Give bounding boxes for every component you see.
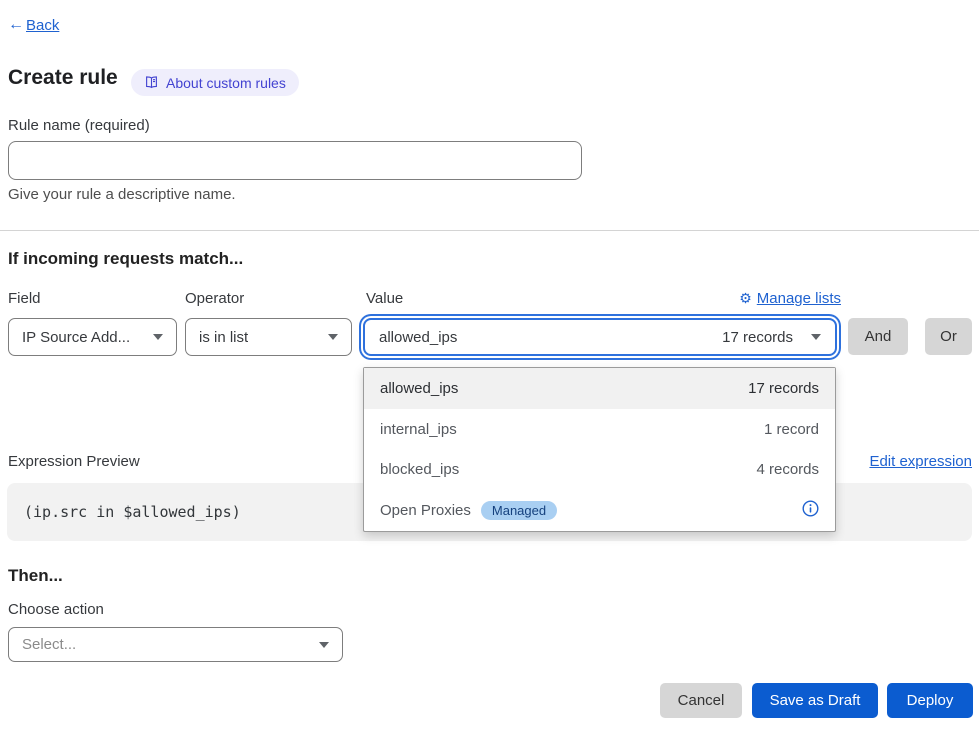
value-select[interactable]: allowed_ips 17 records — [363, 318, 837, 356]
section-divider — [0, 230, 979, 231]
record-count: 4 records — [756, 461, 819, 478]
back-label: Back — [26, 17, 59, 34]
record-count: 1 record — [764, 421, 819, 438]
rule-name-label: Rule name (required) — [8, 117, 150, 134]
list-name: Open Proxies — [380, 502, 471, 519]
book-icon — [144, 75, 159, 90]
choose-action-label: Choose action — [8, 601, 104, 618]
manage-lists-link[interactable]: ⚙ Manage lists — [739, 290, 841, 307]
or-button[interactable]: Or — [925, 318, 972, 355]
operator-select-value: is in list — [199, 329, 248, 346]
list-option-internal-ips[interactable]: internal_ips 1 record — [364, 409, 835, 450]
rule-name-input[interactable] — [8, 141, 582, 180]
value-select-count: 17 records — [722, 329, 793, 346]
edit-expression-link[interactable]: Edit expression — [869, 453, 972, 470]
expression-code: (ip.src in $allowed_ips) — [24, 503, 241, 521]
expression-preview-label: Expression Preview — [8, 453, 140, 470]
chevron-down-icon — [328, 334, 338, 340]
action-select-placeholder: Select... — [22, 636, 76, 653]
chevron-down-icon — [319, 642, 329, 648]
list-name: internal_ips — [380, 421, 457, 438]
rule-name-helper: Give your rule a descriptive name. — [8, 186, 236, 203]
field-select[interactable]: IP Source Add... — [8, 318, 177, 356]
manage-lists-label: Manage lists — [757, 290, 841, 307]
chevron-down-icon — [153, 334, 163, 340]
value-select-name: allowed_ips — [379, 329, 722, 346]
managed-badge: Managed — [481, 501, 557, 520]
deploy-button[interactable]: Deploy — [887, 683, 973, 718]
page-title: Create rule — [8, 66, 118, 90]
then-section-heading: Then... — [8, 566, 63, 586]
list-name: blocked_ips — [380, 461, 459, 478]
list-dropdown: allowed_ips 17 records internal_ips 1 re… — [363, 367, 836, 532]
action-select[interactable]: Select... — [8, 627, 343, 662]
list-option-allowed-ips[interactable]: allowed_ips 17 records — [364, 368, 835, 409]
match-section-heading: If incoming requests match... — [8, 249, 243, 269]
cancel-button[interactable]: Cancel — [660, 683, 742, 718]
list-option-blocked-ips[interactable]: blocked_ips 4 records — [364, 450, 835, 491]
list-name: allowed_ips — [380, 380, 458, 397]
info-icon[interactable] — [802, 500, 819, 521]
create-rule-page: ← Back Create rule About custom rules Ru… — [0, 0, 979, 739]
chevron-down-icon — [811, 334, 821, 340]
operator-column-label: Operator — [185, 290, 244, 307]
list-option-open-proxies[interactable]: Open Proxies Managed — [364, 490, 835, 531]
about-badge-label: About custom rules — [166, 75, 286, 91]
about-custom-rules-badge[interactable]: About custom rules — [131, 69, 299, 96]
value-column-label: Value — [366, 290, 403, 307]
record-count: 17 records — [748, 380, 819, 397]
save-as-draft-button[interactable]: Save as Draft — [752, 683, 878, 718]
back-link[interactable]: ← Back — [8, 16, 59, 34]
arrow-left-icon: ← — [8, 16, 24, 34]
operator-select[interactable]: is in list — [185, 318, 352, 356]
field-column-label: Field — [8, 290, 41, 307]
field-select-value: IP Source Add... — [22, 329, 130, 346]
gear-icon: ⚙ — [739, 290, 752, 307]
and-button[interactable]: And — [848, 318, 908, 355]
